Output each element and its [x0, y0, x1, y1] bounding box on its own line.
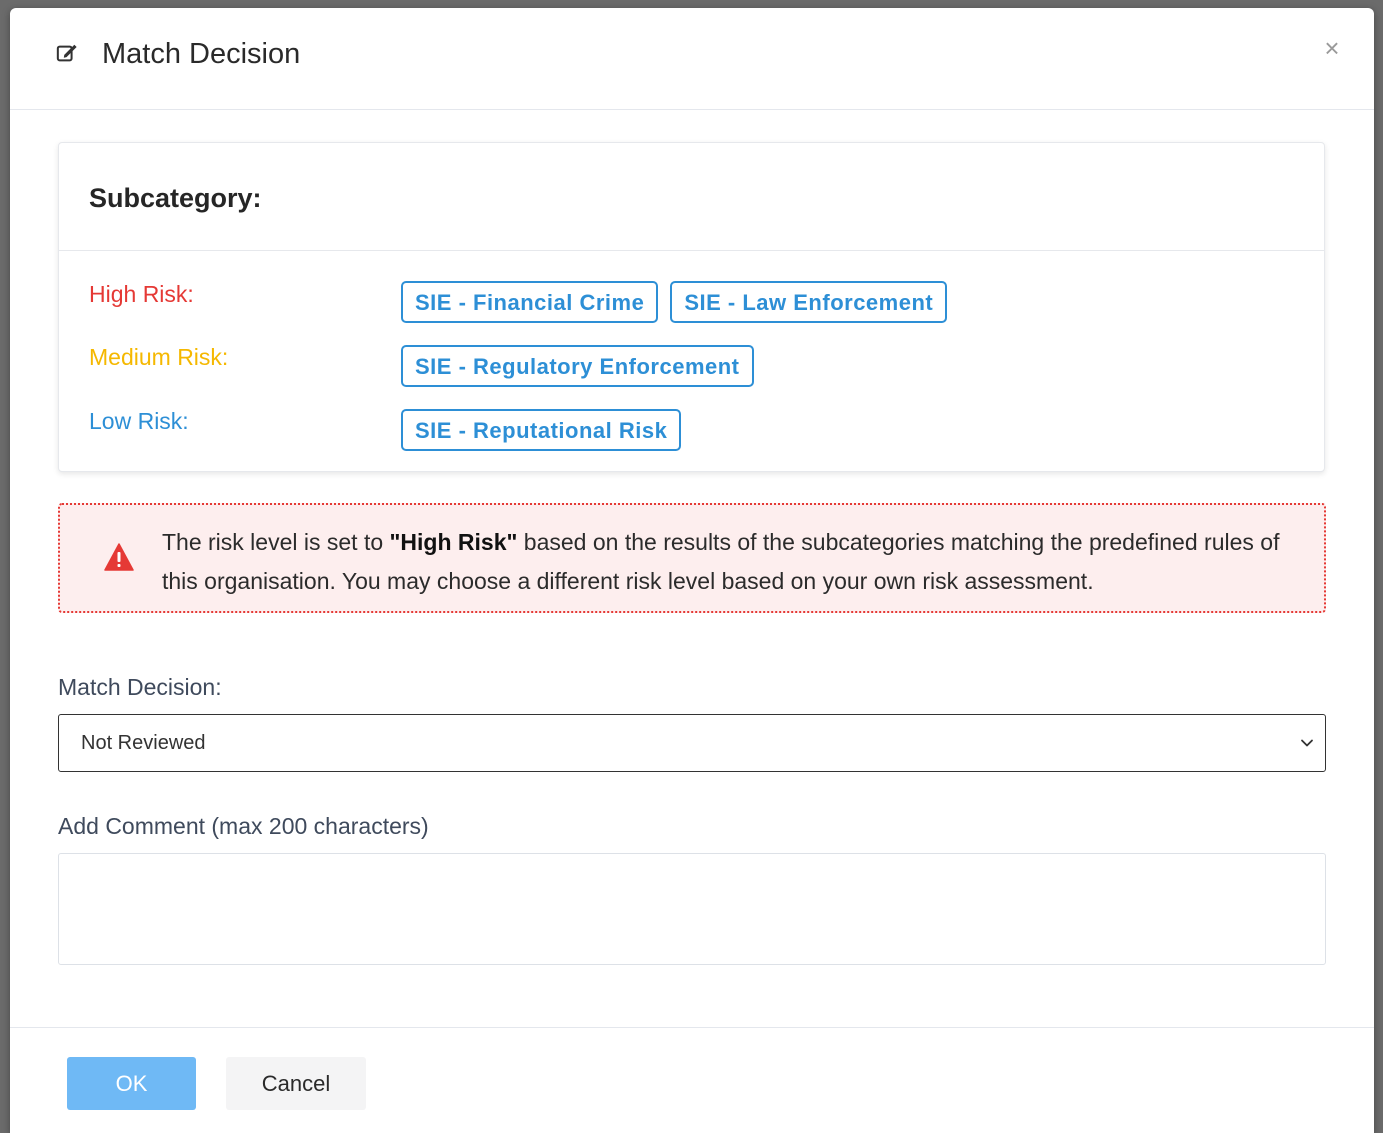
- match-decision-label: Match Decision:: [58, 674, 222, 700]
- high-risk-tags: SIE - Financial Crime SIE - Law Enforcem…: [401, 281, 948, 323]
- alert-text-before: The risk level is set to: [162, 529, 390, 555]
- modal-title: Match Decision: [102, 38, 301, 70]
- modal-footer: OK Cancel: [10, 1027, 1374, 1133]
- subcategory-card: Subcategory: High Risk: SIE - Financial …: [58, 142, 1325, 472]
- match-decision-value: Not Reviewed: [81, 732, 206, 754]
- match-decision-modal: Match Decision × Subcategory: High Risk:…: [10, 8, 1374, 1133]
- warning-icon: [104, 543, 134, 571]
- match-decision-select[interactable]: Not Reviewed: [58, 714, 1326, 772]
- low-risk-label: Low Risk:: [89, 408, 189, 434]
- medium-risk-tags: SIE - Regulatory Enforcement: [401, 345, 754, 387]
- subcategory-card-header: Subcategory:: [59, 143, 1324, 251]
- edit-icon: [56, 44, 77, 62]
- low-risk-tags: SIE - Reputational Risk: [401, 409, 682, 451]
- subcategory-title: Subcategory:: [89, 183, 262, 213]
- alert-highlight: "High Risk": [389, 529, 518, 555]
- tag-reputational-risk[interactable]: SIE - Reputational Risk: [401, 409, 682, 451]
- comment-textarea[interactable]: [58, 853, 1326, 965]
- ok-button[interactable]: OK: [67, 1057, 196, 1110]
- tag-financial-crime[interactable]: SIE - Financial Crime: [401, 281, 659, 323]
- risk-alert: The risk level is set to "High Risk" bas…: [58, 503, 1326, 613]
- tag-law-enforcement[interactable]: SIE - Law Enforcement: [670, 281, 948, 323]
- close-button[interactable]: ×: [1320, 35, 1344, 61]
- high-risk-label: High Risk:: [89, 281, 194, 307]
- alert-message: The risk level is set to "High Risk" bas…: [162, 523, 1302, 601]
- medium-risk-label: Medium Risk:: [89, 344, 229, 370]
- comment-label: Add Comment (max 200 characters): [58, 813, 429, 839]
- tag-regulatory-enforcement[interactable]: SIE - Regulatory Enforcement: [401, 345, 754, 387]
- modal-header: Match Decision ×: [10, 8, 1374, 110]
- cancel-button[interactable]: Cancel: [226, 1057, 366, 1110]
- chevron-down-icon: [1301, 739, 1313, 747]
